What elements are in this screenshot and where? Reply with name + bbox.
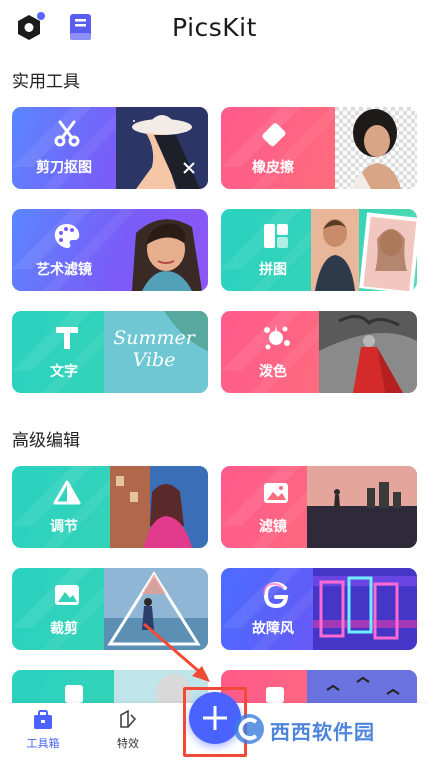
section-title-advanced: 高级编辑: [12, 431, 80, 451]
adjust-triangle-icon: [53, 480, 81, 505]
glitch-g-icon: [263, 581, 289, 609]
tool-card-adjust[interactable]: 调节: [12, 466, 208, 548]
tool-card-color-splash[interactable]: 泼色: [221, 311, 417, 393]
watermark-text: 西西软件园: [270, 720, 375, 744]
toolbox-icon: [34, 710, 52, 729]
adjust-photo: [110, 466, 208, 548]
eraser-icon: [262, 123, 286, 147]
annotation-arrow: [143, 622, 210, 682]
tab-effects[interactable]: 特效: [93, 709, 163, 751]
tool-card-text[interactable]: Summer Vibe 文字: [12, 311, 208, 393]
palette-icon: [54, 224, 80, 248]
splash-icon: [264, 325, 290, 350]
summer-vibe-art-text: Summer Vibe: [113, 327, 195, 371]
tool-label: 拼图: [259, 262, 287, 278]
tool-label: 滤镜: [259, 519, 287, 535]
tool-card-cutout[interactable]: 剪刀抠图: [12, 107, 208, 189]
eraser-photo: [335, 107, 417, 189]
tool-label: 泼色: [259, 364, 287, 380]
tab-label: 特效: [117, 737, 139, 750]
cutout-photo: [116, 107, 208, 189]
tool-label: 剪刀抠图: [36, 160, 92, 176]
tool-label: 裁剪: [50, 621, 78, 637]
effects-icon: [120, 709, 137, 728]
tool-label: 文字: [50, 364, 78, 380]
tool-label: 橡皮擦: [252, 160, 294, 176]
tool-card-filter[interactable]: 滤镜: [221, 466, 417, 548]
glitch-photo: [313, 568, 417, 650]
art-filter-photo: [132, 219, 202, 291]
collage-icon: [264, 224, 288, 248]
tool-label: 调节: [50, 519, 78, 535]
app-header: PicsKit: [0, 0, 429, 56]
tab-label: 工具箱: [26, 737, 60, 750]
tool-card-collage[interactable]: 拼图: [221, 209, 417, 291]
filter-image-icon: [264, 483, 288, 503]
app-title: PicsKit: [172, 13, 257, 42]
tool-label: 艺术滤镜: [36, 262, 92, 278]
scissors-icon: [54, 120, 80, 147]
text-t-icon: [56, 327, 78, 349]
watermark-c-icon: [234, 714, 264, 744]
watermark-logo: 西西软件园: [232, 708, 412, 752]
collage-photo: [311, 209, 417, 291]
tool-label: 故障风: [252, 621, 294, 637]
color-splash-photo: [319, 311, 417, 393]
tab-toolbox[interactable]: 工具箱: [8, 709, 78, 751]
section-title-tools: 实用工具: [12, 72, 80, 92]
crop-mountain-icon: [55, 585, 79, 605]
tool-card-eraser[interactable]: 橡皮擦: [221, 107, 417, 189]
tool-card-glitch[interactable]: 故障风: [221, 568, 417, 650]
tool-card-art-filter[interactable]: 艺术滤镜: [12, 209, 208, 291]
